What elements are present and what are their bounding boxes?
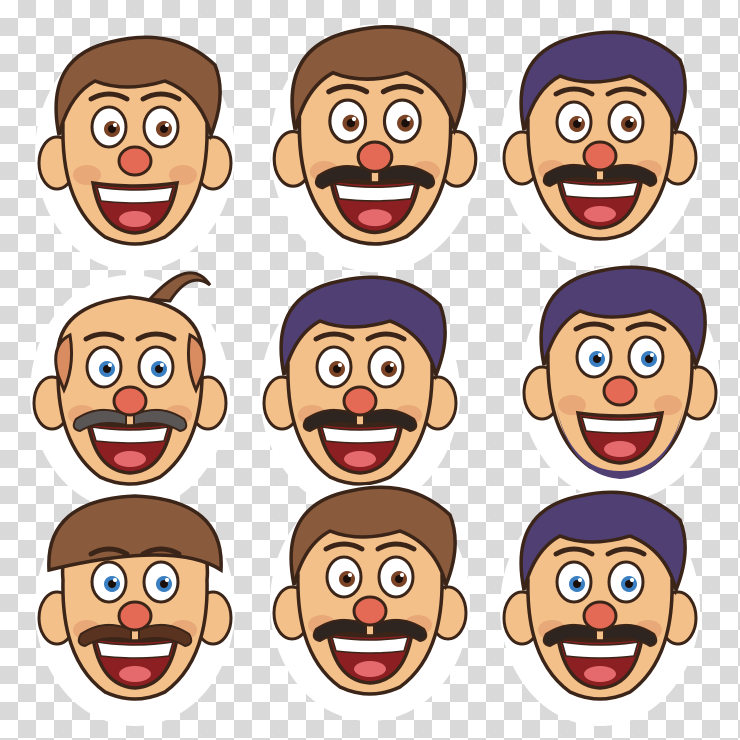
eye-highlight (578, 578, 582, 582)
nose (356, 140, 394, 174)
eye-highlight (390, 363, 394, 367)
nose (117, 600, 153, 632)
face-sticker-sheet (0, 0, 740, 740)
face-quiff-red-nose (270, 485, 470, 721)
tongue (584, 666, 616, 682)
teeth (95, 641, 175, 659)
nose (582, 600, 618, 632)
teeth (560, 641, 640, 659)
eye-highlight (351, 116, 357, 122)
eye-highlight (630, 118, 634, 122)
eye-highlight (338, 363, 342, 367)
teeth (320, 426, 400, 444)
face-brown-hair-mustache (270, 24, 480, 273)
eye-highlight (630, 578, 634, 582)
tongue (358, 209, 392, 227)
nose (602, 375, 638, 407)
face-bald-gray-mustache (30, 271, 230, 511)
face-brown-hair-grin (35, 35, 235, 271)
eye-highlight (650, 353, 654, 357)
tongue (119, 666, 151, 682)
eye-highlight (400, 573, 404, 577)
teeth (580, 416, 660, 434)
nose (117, 145, 153, 177)
eye-highlight (113, 123, 117, 127)
teeth (90, 426, 170, 444)
eye-highlight (108, 363, 112, 367)
face-purple-hair-beard (520, 265, 720, 501)
nose (582, 140, 618, 172)
eye-highlight (348, 573, 352, 577)
face-purple-hair-mustache (500, 30, 700, 266)
tongue (114, 451, 146, 467)
teeth (334, 183, 416, 202)
teeth (560, 181, 640, 199)
tongue (584, 206, 616, 222)
tongue (604, 441, 636, 457)
nose (352, 595, 388, 627)
eye-highlight (113, 578, 117, 582)
eye-highlight (165, 578, 169, 582)
nose (342, 385, 378, 417)
face-cap-brown-mustache (35, 490, 235, 726)
teeth (330, 636, 410, 654)
nose (112, 385, 148, 417)
faces-illustration (30, 24, 720, 726)
eye-highlight (165, 123, 169, 127)
face-purple-hair-curly-mustache (500, 490, 700, 726)
eye-highlight (578, 118, 582, 122)
eye-highlight (406, 116, 411, 122)
teeth (95, 186, 175, 204)
tongue (354, 661, 386, 677)
eye-highlight (598, 353, 602, 357)
face-dark-hair-goatee (260, 275, 460, 511)
eye-highlight (160, 363, 164, 367)
tongue (344, 451, 376, 467)
tongue (119, 211, 151, 227)
